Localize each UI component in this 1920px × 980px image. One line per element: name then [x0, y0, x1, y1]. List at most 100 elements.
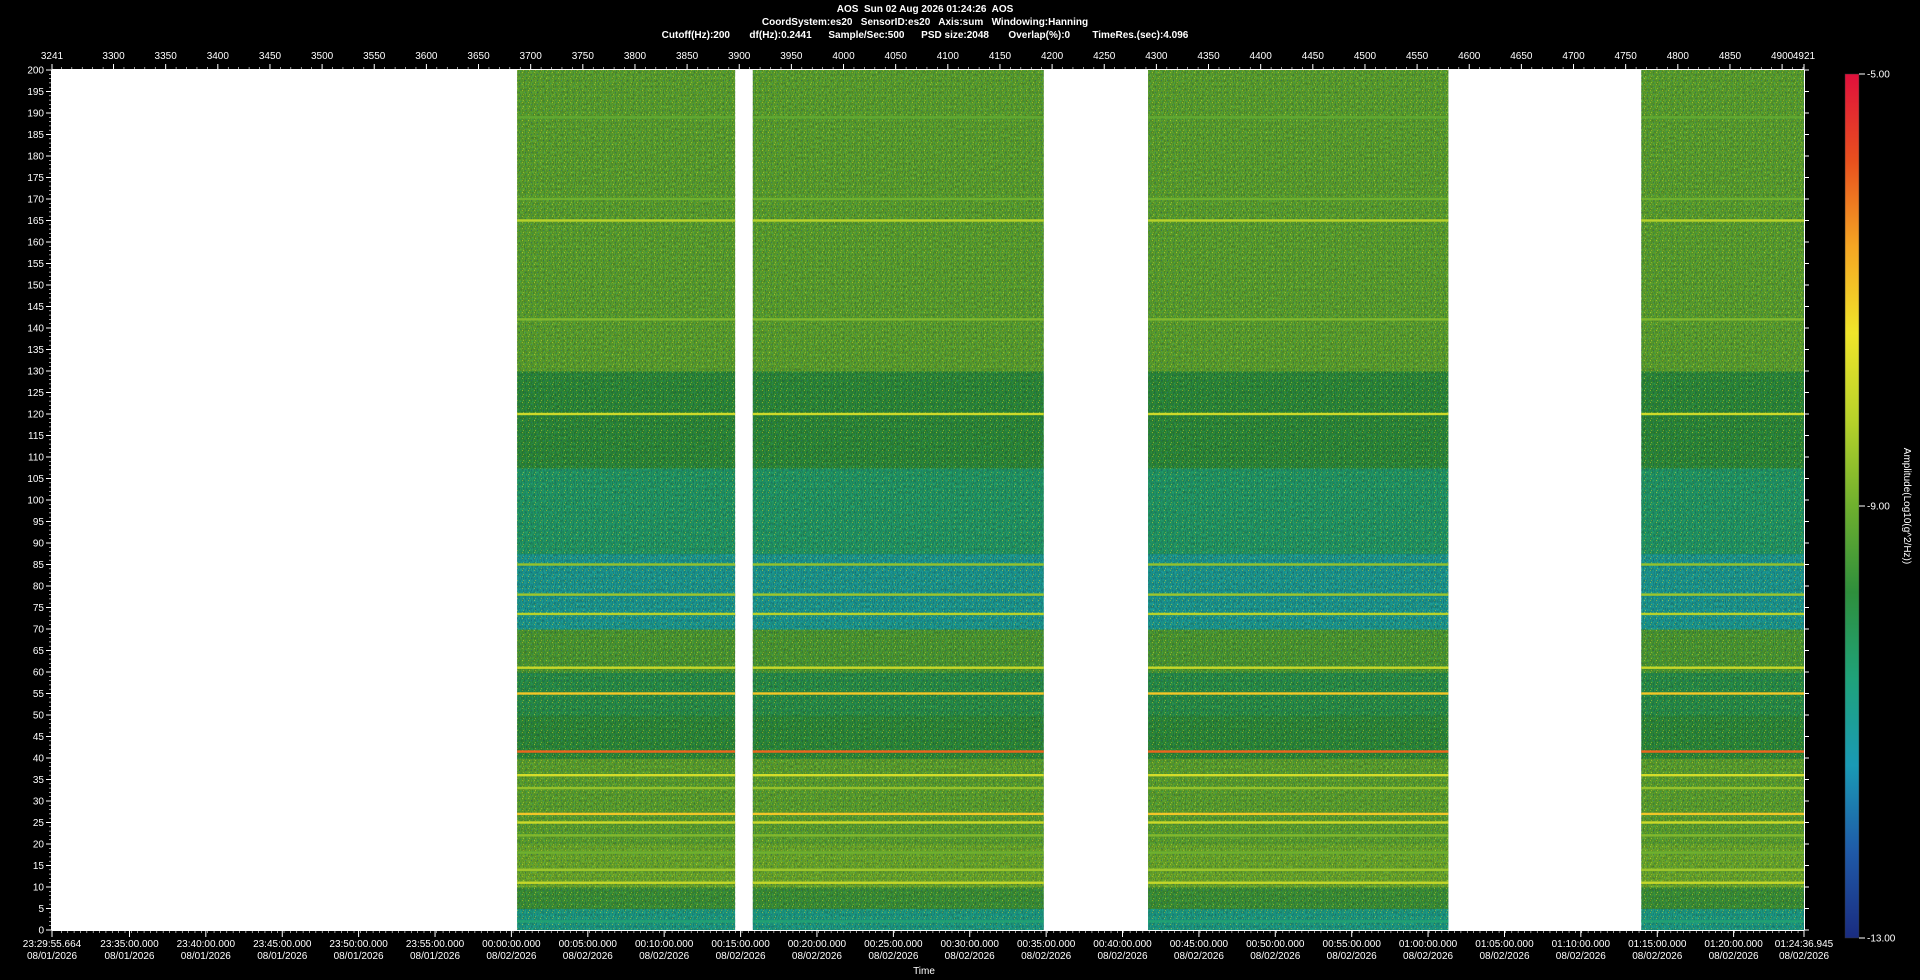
- frequency-line-120hz: [1148, 412, 1449, 416]
- y-tick-label: 185: [27, 130, 44, 141]
- top-tick-label: 3550: [363, 51, 386, 62]
- top-tick-label: 4100: [937, 51, 960, 62]
- y-tick-label: 85: [33, 560, 45, 571]
- time-tick-label: 00:50:00.000: [1246, 939, 1305, 950]
- frequency-line-2hz: [1148, 920, 1449, 923]
- frequency-line-189hz: [517, 116, 736, 119]
- frequency-line-85hz: [752, 563, 1044, 566]
- frequency-line-2hz: [1641, 920, 1804, 923]
- frequency-line-61hz: [517, 666, 736, 669]
- frequency-line-22hz: [1641, 834, 1804, 837]
- y-tick-label: 0: [38, 926, 44, 937]
- frequency-line-14hz: [752, 868, 1044, 871]
- y-tick-label: 110: [28, 453, 44, 464]
- frequency-line-18hz: [1148, 851, 1449, 854]
- frequency-line-41.5hz: [517, 750, 736, 753]
- frequency-line-73.5hz: [752, 612, 1044, 616]
- top-tick-label: 4800: [1667, 51, 1690, 62]
- top-tick-label: 3300: [102, 51, 125, 62]
- y-tick-label: 130: [27, 367, 44, 378]
- frequency-line-55hz: [1641, 692, 1804, 695]
- date-tick-label: 08/02/2026: [1097, 951, 1147, 962]
- y-tick-label: 200: [27, 66, 44, 77]
- time-tick-label: 23:50:00.000: [329, 939, 388, 950]
- time-tick-label: 23:55:00.000: [406, 939, 465, 950]
- frequency-line-61hz: [1641, 666, 1804, 669]
- frequency-line-22hz: [1148, 834, 1449, 837]
- time-tick-label: 01:05:00.000: [1475, 939, 1534, 950]
- y-tick-label: 115: [28, 431, 44, 442]
- time-tick-label: 00:25:00.000: [864, 939, 923, 950]
- top-tick-label: 4900: [1771, 51, 1794, 62]
- time-tick-label: 00:35:00.000: [1017, 939, 1076, 950]
- frequency-line-142hz: [1641, 318, 1804, 321]
- y-tick-label: 30: [33, 797, 45, 808]
- date-tick-label: 08/01/2026: [334, 951, 384, 962]
- date-tick-label: 08/01/2026: [104, 951, 154, 962]
- colorbar-tick-label: -5.00: [1867, 70, 1890, 81]
- frequency-line-25hz: [1148, 821, 1449, 824]
- frequency-line-189hz: [1641, 116, 1804, 119]
- date-tick-label: 08/01/2026: [410, 951, 460, 962]
- frequency-line-165hz: [1148, 219, 1449, 222]
- y-tick-label: 90: [33, 539, 45, 550]
- date-tick-label: 08/02/2026: [1779, 951, 1829, 962]
- top-tick-label: 4350: [1197, 51, 1220, 62]
- y-tick-label: 145: [27, 302, 44, 313]
- top-tick-label: 4200: [1041, 51, 1064, 62]
- top-tick-label: 4850: [1719, 51, 1742, 62]
- y-tick-label: 20: [33, 840, 45, 851]
- colorbar-gradient: [1845, 74, 1859, 938]
- top-tick-label: 3850: [676, 51, 699, 62]
- frequency-line-142hz: [752, 318, 1044, 321]
- date-tick-label: 08/02/2026: [868, 951, 918, 962]
- y-tick-label: 195: [27, 87, 44, 98]
- date-tick-label: 08/02/2026: [1403, 951, 1453, 962]
- top-tick-label: 3500: [311, 51, 334, 62]
- frequency-line-27hz: [1148, 812, 1449, 816]
- top-tick-label: 4650: [1510, 51, 1533, 62]
- y-tick-label: 175: [27, 173, 44, 184]
- frequency-line-14hz: [1641, 868, 1804, 871]
- y-tick-label: 60: [33, 668, 45, 679]
- frequency-line-165hz: [752, 219, 1044, 222]
- frequency-line-189hz: [752, 116, 1044, 119]
- time-tick-label: 00:15:00.000: [711, 939, 770, 950]
- frequency-line-78hz: [1641, 593, 1804, 596]
- frequency-line-36hz: [517, 774, 736, 777]
- y-tick-label: 5: [38, 904, 44, 915]
- top-tick-label: 4500: [1354, 51, 1377, 62]
- frequency-line-2hz: [752, 920, 1044, 923]
- date-tick-label: 08/02/2026: [716, 951, 766, 962]
- top-tick-label: 3650: [467, 51, 490, 62]
- frequency-line-11hz: [1148, 881, 1449, 884]
- date-tick-label: 08/02/2026: [945, 951, 995, 962]
- top-tick-label: 3700: [520, 51, 543, 62]
- frequency-line-170hz: [517, 197, 736, 201]
- frequency-line-85hz: [517, 563, 736, 566]
- y-tick-label: 70: [33, 625, 45, 636]
- frequency-line-11hz: [517, 881, 736, 884]
- frequency-line-25hz: [1641, 821, 1804, 824]
- time-tick-label: 23:29:55.664: [23, 939, 82, 950]
- frequency-line-22hz: [517, 834, 736, 837]
- y-tick-label: 45: [33, 732, 45, 743]
- top-tick-label: 4600: [1458, 51, 1481, 62]
- y-tick-label: 180: [27, 152, 44, 163]
- frequency-line-11hz: [752, 881, 1044, 884]
- y-tick-label: 160: [27, 238, 44, 249]
- frequency-line-36hz: [1641, 774, 1804, 777]
- frequency-line-170hz: [1148, 197, 1449, 201]
- y-tick-label: 10: [33, 883, 45, 894]
- time-tick-label: 01:15:00.000: [1628, 939, 1687, 950]
- frequency-line-55hz: [752, 692, 1044, 695]
- time-tick-label: 01:00:00.000: [1399, 939, 1458, 950]
- frequency-line-25hz: [752, 821, 1044, 824]
- date-tick-label: 08/02/2026: [639, 951, 689, 962]
- frequency-line-142hz: [517, 318, 736, 321]
- frequency-line-27hz: [752, 812, 1044, 816]
- top-tick-label: 3800: [624, 51, 647, 62]
- y-tick-label: 80: [33, 582, 45, 593]
- y-tick-label: 15: [33, 861, 45, 872]
- frequency-line-41.5hz: [1148, 750, 1449, 753]
